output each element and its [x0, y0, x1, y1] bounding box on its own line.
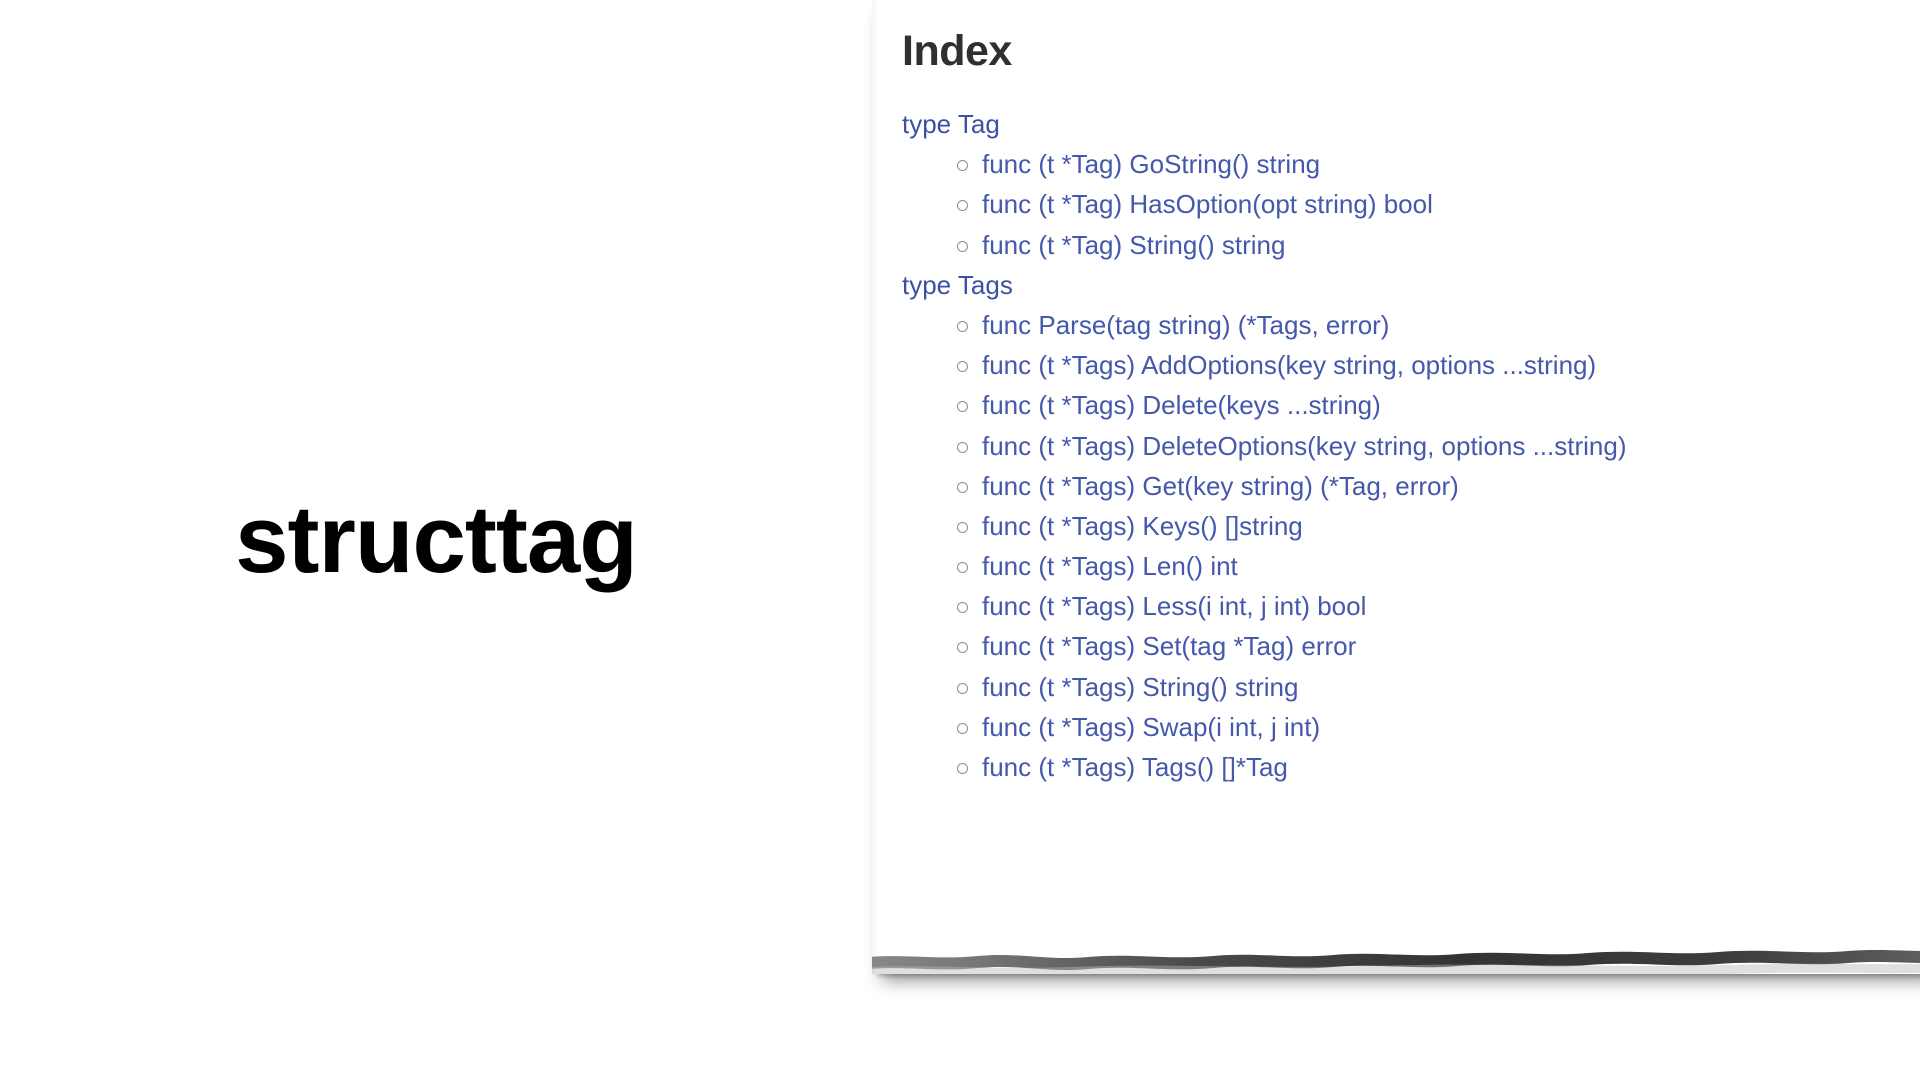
list-item: func (t *Tags) Swap(i int, j int) [872, 707, 1920, 747]
func-link-tag-string[interactable]: func (t *Tag) String() string [982, 225, 1285, 265]
func-link-tags-string[interactable]: func (t *Tags) String() string [982, 667, 1298, 707]
index-section-tag: type Tag func (t *Tag) GoString() string… [872, 104, 1920, 265]
hollow-circle-bullet-icon [957, 320, 968, 332]
hollow-circle-bullet-icon [957, 682, 968, 694]
list-item: func (t *Tags) Set(tag *Tag) error [872, 626, 1920, 666]
list-item: func (t *Tags) Delete(keys ...string) [872, 385, 1920, 425]
type-link-tags[interactable]: type Tags [872, 265, 1920, 305]
hollow-circle-bullet-icon [957, 602, 968, 614]
index-heading: Index [902, 27, 1012, 75]
list-item: func (t *Tag) String() string [872, 225, 1920, 265]
index-section-tags: type Tags func Parse(tag string) (*Tags,… [872, 265, 1920, 787]
list-item: func (t *Tag) GoString() string [872, 144, 1920, 184]
list-item: func (t *Tags) String() string [872, 667, 1920, 707]
type-link-tag[interactable]: type Tag [872, 104, 1920, 144]
hollow-circle-bullet-icon [957, 481, 968, 493]
func-link-tags-less[interactable]: func (t *Tags) Less(i int, j int) bool [982, 586, 1366, 626]
doc-card: Index type Tag func (t *Tag) GoString() … [872, 0, 1920, 974]
hollow-circle-bullet-icon [957, 562, 968, 574]
hollow-circle-bullet-icon [957, 441, 968, 453]
hollow-circle-bullet-icon [957, 642, 968, 654]
list-item: func (t *Tag) HasOption(opt string) bool [872, 184, 1920, 224]
hollow-circle-bullet-icon [957, 401, 968, 413]
list-item: func (t *Tags) Keys() []string [872, 506, 1920, 546]
doc-card-wrapper: Index type Tag func (t *Tag) GoString() … [872, 0, 1920, 986]
func-link-parse[interactable]: func Parse(tag string) (*Tags, error) [982, 305, 1389, 345]
card-bottom-torn-edge [872, 950, 1920, 974]
func-link-tags-delete[interactable]: func (t *Tags) Delete(keys ...string) [982, 385, 1381, 425]
hollow-circle-bullet-icon [957, 521, 968, 533]
list-item: func (t *Tags) Len() int [872, 546, 1920, 586]
list-item: func (t *Tags) Get(key string) (*Tag, er… [872, 466, 1920, 506]
func-link-tags-keys[interactable]: func (t *Tags) Keys() []string [982, 506, 1303, 546]
func-link-tags-tags[interactable]: func (t *Tags) Tags() []*Tag [982, 747, 1288, 787]
hero-panel: structtag [0, 0, 872, 1080]
hollow-circle-bullet-icon [957, 763, 968, 775]
hollow-circle-bullet-icon [957, 722, 968, 734]
hollow-circle-bullet-icon [957, 240, 968, 252]
func-link-tag-gostring[interactable]: func (t *Tag) GoString() string [982, 144, 1320, 184]
func-list-tag: func (t *Tag) GoString() string func (t … [872, 144, 1920, 265]
index-list: type Tag func (t *Tag) GoString() string… [872, 104, 1920, 787]
hollow-circle-bullet-icon [957, 160, 968, 172]
func-link-tags-len[interactable]: func (t *Tags) Len() int [982, 546, 1238, 586]
hollow-circle-bullet-icon [957, 361, 968, 373]
hollow-circle-bullet-icon [957, 200, 968, 212]
page-title: structtag [235, 486, 638, 593]
list-item: func (t *Tags) Less(i int, j int) bool [872, 586, 1920, 626]
list-item: func (t *Tags) Tags() []*Tag [872, 747, 1920, 787]
func-link-tags-addoptions[interactable]: func (t *Tags) AddOptions(key string, op… [982, 345, 1596, 385]
func-list-tags: func Parse(tag string) (*Tags, error) fu… [872, 305, 1920, 787]
func-link-tag-hasoption[interactable]: func (t *Tag) HasOption(opt string) bool [982, 184, 1433, 224]
list-item: func Parse(tag string) (*Tags, error) [872, 305, 1920, 345]
func-link-tags-deleteoptions[interactable]: func (t *Tags) DeleteOptions(key string,… [982, 426, 1627, 466]
func-link-tags-get[interactable]: func (t *Tags) Get(key string) (*Tag, er… [982, 466, 1459, 506]
list-item: func (t *Tags) AddOptions(key string, op… [872, 345, 1920, 385]
func-link-tags-set[interactable]: func (t *Tags) Set(tag *Tag) error [982, 626, 1356, 666]
func-link-tags-swap[interactable]: func (t *Tags) Swap(i int, j int) [982, 707, 1320, 747]
page-root: structtag Index type Tag func (t *Tag) G… [0, 0, 1920, 1080]
list-item: func (t *Tags) DeleteOptions(key string,… [872, 426, 1920, 466]
